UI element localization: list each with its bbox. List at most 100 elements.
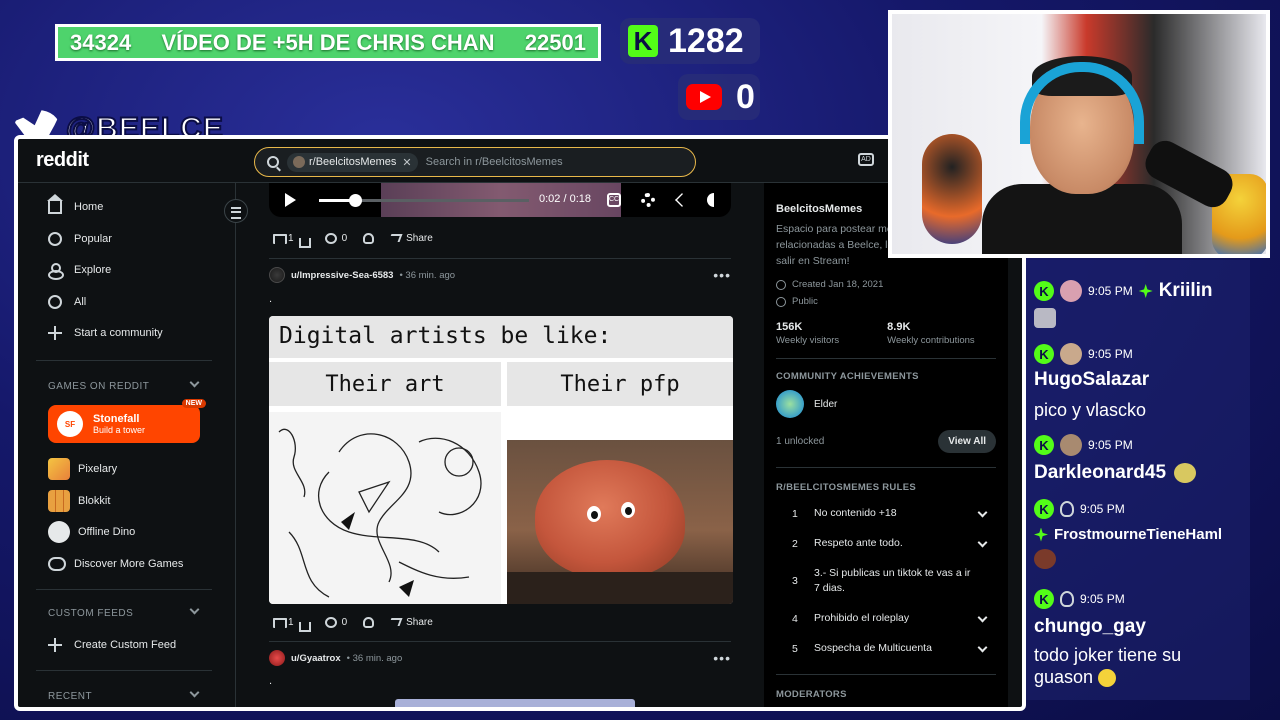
share-button[interactable]: Share [388, 616, 433, 628]
game-item-pixelary[interactable]: Pixelary [48, 456, 117, 482]
subreddit-chip-label: r/BeelcitosMemes [309, 156, 397, 168]
comments-button[interactable]: 0 [324, 616, 348, 628]
rule-number: 1 [792, 507, 798, 520]
recent-header[interactable]: RECENT [48, 687, 200, 702]
post-age: • 36 min. ago [399, 269, 456, 281]
stat-label: Weekly visitors [776, 335, 840, 346]
search-placeholder: Search in r/BeelcitosMemes [425, 156, 563, 168]
award-button[interactable] [363, 616, 375, 628]
streamer-body [982, 184, 1182, 254]
reddit-window: reddit r/BeelcitosMemes ✕ Search in r/Be… [14, 135, 1026, 711]
custom-feeds-header[interactable]: CUSTOM FEEDS [48, 604, 200, 619]
award-button[interactable] [363, 232, 375, 244]
comments-button[interactable]: 0 [324, 232, 347, 244]
video-player[interactable]: 0:02 / 0:18 CC [269, 183, 731, 217]
comment-count: 0 [341, 616, 348, 628]
sparkle-icon [1034, 527, 1048, 542]
discover-more-games[interactable]: Discover More Games [48, 551, 183, 577]
share-label: Share [406, 616, 433, 628]
sidebar-item-label: Explore [74, 264, 112, 276]
custom-feeds-label: CUSTOM FEEDS [48, 608, 134, 619]
ticker-right-number: 22501 [524, 29, 586, 55]
kick-logo-icon: K [628, 25, 658, 57]
post-body: . [269, 293, 273, 305]
avatar[interactable] [269, 267, 285, 283]
next-post-media[interactable] [395, 699, 635, 707]
fullscreen-icon[interactable] [675, 193, 689, 207]
game-item-blokkit[interactable]: Blokkit [48, 488, 110, 514]
cake-icon [776, 279, 786, 290]
seek-bar[interactable] [319, 194, 529, 207]
chat-username: FrostmourneTieneHaml [1054, 526, 1223, 543]
play-icon[interactable] [285, 193, 296, 207]
stream-chat: K 9:05 PM Kriilin K 9:05 PM HugoSalazar … [1026, 260, 1250, 700]
chevron-down-icon [189, 604, 200, 615]
post-age-text: 36 min. ago [352, 652, 403, 664]
chat-time: 9:05 PM [1088, 347, 1133, 361]
tray [507, 572, 733, 604]
rule-item[interactable]: 3 3.- Si publicas un tiktok te vas a ir … [776, 559, 996, 604]
seek-handle[interactable] [348, 194, 362, 207]
sparkle-icon [1138, 284, 1153, 298]
vote-count: 1 [288, 232, 294, 244]
close-icon[interactable]: ✕ [402, 156, 411, 169]
upvote-icon[interactable] [273, 234, 283, 242]
create-custom-feed[interactable]: Create Custom Feed [36, 631, 218, 659]
reddit-header: reddit r/BeelcitosMemes ✕ Search in r/Be… [18, 139, 1022, 183]
meme-left-label: Their art [269, 362, 501, 406]
home-icon [47, 194, 63, 214]
chat-time: 9:05 PM [1088, 284, 1133, 298]
achievement-item[interactable]: Elder [776, 390, 996, 418]
share-button[interactable]: Share [388, 233, 433, 244]
stonefall-logo: SF [57, 411, 83, 437]
smirk-emoji-icon [1098, 669, 1117, 688]
post-header: u/Impressive-Sea-6583 • 36 min. ago ••• [269, 265, 731, 285]
rule-text: Respeto ante todo. [814, 537, 903, 549]
sidebar-item-label: Home [74, 201, 104, 213]
rule-number: 3 [792, 575, 798, 587]
post-image[interactable]: Digital artists be like: Their art Their… [269, 316, 733, 604]
collapse-sidebar-button[interactable] [224, 199, 248, 223]
chat-username: Darkleonard45 [1034, 462, 1167, 483]
subreddit-search-chip[interactable]: r/BeelcitosMemes ✕ [287, 152, 418, 172]
upvote-icon[interactable] [273, 618, 283, 626]
sidebar-item-popular[interactable]: Popular [36, 225, 218, 253]
bread-face [535, 460, 685, 578]
award-icon [363, 232, 375, 244]
meme-title: Digital artists be like: [269, 316, 733, 358]
gear-icon[interactable] [641, 193, 655, 207]
sidebar-item-all[interactable]: All [36, 288, 218, 316]
games-section-header[interactable]: GAMES ON REDDIT [48, 377, 200, 392]
rule-item[interactable]: 2 Respeto ante todo. [776, 529, 996, 559]
chat-message: K 9:05 PM chungo_gay todo joker tiene su… [1034, 588, 1250, 688]
chat-time: 9:05 PM [1080, 502, 1125, 516]
search-icon [267, 156, 279, 168]
featured-game-stonefall[interactable]: SF Stonefall Build a tower NEW [48, 399, 206, 443]
sidebar-item-home[interactable]: Home [36, 193, 218, 221]
post-author[interactable]: u/Impressive-Sea-6583 [291, 270, 393, 281]
search-bar[interactable]: r/BeelcitosMemes ✕ Search in r/Beelcitos… [254, 147, 696, 177]
more-options-icon[interactable]: ••• [713, 650, 731, 666]
rule-item[interactable]: 4 Prohibido el roleplay [776, 604, 996, 634]
sidebar-item-start-community[interactable]: Start a community [36, 319, 218, 347]
post-divider [269, 641, 731, 642]
advertise-icon[interactable]: AD [858, 153, 874, 166]
achievement-label: Elder [814, 398, 838, 410]
volume-icon[interactable] [707, 193, 721, 207]
avatar[interactable] [269, 650, 285, 666]
game-item-offline-dino[interactable]: Offline Dino [48, 519, 135, 545]
more-options-icon[interactable]: ••• [713, 267, 731, 283]
rule-item[interactable]: 1 No contenido +18 [776, 499, 996, 529]
view-all-button[interactable]: View All [938, 430, 996, 453]
kick-icon: K [1034, 344, 1054, 364]
captions-icon[interactable]: CC [607, 193, 621, 207]
sidebar-item-explore[interactable]: Explore [36, 256, 218, 284]
rule-item[interactable]: 5 Sospecha de Multicuenta [776, 634, 996, 664]
moderators-header: MODERATORS [776, 674, 996, 700]
post-author[interactable]: u/Gyaatrox [291, 653, 341, 664]
kick-icon: K [1034, 499, 1054, 519]
kick-viewer-count: K 1282 [620, 18, 760, 64]
rule-text: Prohibido el roleplay [814, 612, 910, 624]
reddit-logo[interactable]: reddit [36, 149, 89, 172]
post-feed: 0:02 / 0:18 CC 1 0 Share u/Impressive-Se… [255, 183, 745, 707]
